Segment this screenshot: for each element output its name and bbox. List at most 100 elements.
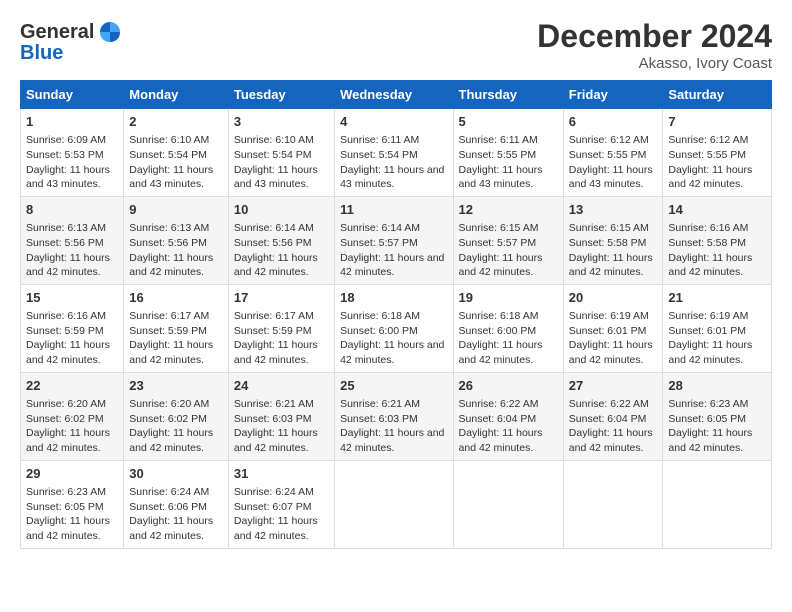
sunrise: Sunrise: 6:22 AM xyxy=(569,398,649,410)
sunset: Sunset: 5:54 PM xyxy=(234,149,312,161)
calendar-cell: 20Sunrise: 6:19 AMSunset: 6:01 PMDayligh… xyxy=(563,284,663,372)
calendar-cell: 13 Sunrise: 6:15 AM Sunset: 5:58 PM Dayligh… xyxy=(563,196,663,284)
daylight: Daylight: 11 hours and 42 minutes. xyxy=(234,515,318,542)
calendar-cell: 5Sunrise: 6:11 AMSunset: 5:55 PMDaylight… xyxy=(453,109,563,197)
daylight: Daylight: 11 hours and 43 minutes. xyxy=(459,164,543,191)
calendar-cell: 21Sunrise: 6:19 AMSunset: 6:01 PMDayligh… xyxy=(663,284,772,372)
daylight: Daylight: 11 hours and 42 minutes. xyxy=(129,339,213,366)
day-number: 29 xyxy=(26,465,118,483)
sunset: Sunset: 6:06 PM xyxy=(129,501,207,513)
col-wednesday: Wednesday xyxy=(335,81,453,109)
daylight: Daylight: 11 hours and 42 minutes. xyxy=(26,427,110,454)
title-block: December 2024 Akasso, Ivory Coast xyxy=(537,18,772,72)
day-number: 11 xyxy=(340,201,447,219)
sunset: Sunset: 6:03 PM xyxy=(340,413,418,425)
day-number: 14 xyxy=(668,201,766,219)
sunrise: Sunrise: 6:15 AM xyxy=(569,222,649,234)
day-number: 10 xyxy=(234,201,329,219)
calendar-cell: 30Sunrise: 6:24 AMSunset: 6:06 PMDayligh… xyxy=(124,460,229,548)
calendar-cell: 23Sunrise: 6:20 AMSunset: 6:02 PMDayligh… xyxy=(124,372,229,460)
sunrise: Sunrise: 6:11 AM xyxy=(459,134,538,146)
sunrise: Sunrise: 6:13 AM xyxy=(26,222,106,234)
daylight: Daylight: 11 hours and 42 minutes. xyxy=(26,515,110,542)
sunset: Sunset: 5:58 PM xyxy=(668,237,746,249)
day-number: 3 xyxy=(234,113,329,131)
calendar-cell: 29Sunrise: 6:23 AMSunset: 6:05 PMDayligh… xyxy=(21,460,124,548)
daylight: Daylight: 11 hours and 42 minutes. xyxy=(340,427,444,454)
week-row-4: 22 Sunrise: 6:20 AM Sunset: 6:02 PM Dayligh… xyxy=(21,372,772,460)
sunrise: Sunrise: 6:14 AM xyxy=(340,222,420,234)
daylight: Daylight: 11 hours and 42 minutes. xyxy=(569,427,653,454)
day-number: 12 xyxy=(459,201,558,219)
daylight: Daylight: 11 hours and 42 minutes. xyxy=(668,339,752,366)
day-number: 16 xyxy=(129,289,223,307)
subtitle: Akasso, Ivory Coast xyxy=(537,55,772,72)
header: General Blue December 2024 Akasso, Ivory… xyxy=(20,18,772,72)
day-number: 21 xyxy=(668,289,766,307)
calendar-cell: 9Sunrise: 6:13 AMSunset: 5:56 PMDaylight… xyxy=(124,196,229,284)
calendar-cell: 4Sunrise: 6:11 AMSunset: 5:54 PMDaylight… xyxy=(335,109,453,197)
sunset: Sunset: 6:00 PM xyxy=(459,325,537,337)
calendar-cell: 19Sunrise: 6:18 AMSunset: 6:00 PMDayligh… xyxy=(453,284,563,372)
week-row-3: 15Sunrise: 6:16 AMSunset: 5:59 PMDayligh… xyxy=(21,284,772,372)
calendar-cell: 3Sunrise: 6:10 AMSunset: 5:54 PMDaylight… xyxy=(228,109,334,197)
sunrise: Sunrise: 6:13 AM xyxy=(129,222,209,234)
sunset: Sunset: 5:56 PM xyxy=(26,237,104,249)
day-number: 5 xyxy=(459,113,558,131)
sunrise: Sunrise: 6:20 AM xyxy=(129,398,209,410)
sunrise: Sunrise: 6:21 AM xyxy=(234,398,314,410)
day-number: 7 xyxy=(668,113,766,131)
calendar-cell: 15Sunrise: 6:16 AMSunset: 5:59 PMDayligh… xyxy=(21,284,124,372)
day-number: 18 xyxy=(340,289,447,307)
week-row-2: 8Sunrise: 6:13 AMSunset: 5:56 PMDaylight… xyxy=(21,196,772,284)
sunrise: Sunrise: 6:18 AM xyxy=(459,310,539,322)
daylight: Daylight: 11 hours and 42 minutes. xyxy=(569,252,653,279)
calendar-cell xyxy=(563,460,663,548)
calendar-cell xyxy=(453,460,563,548)
calendar-cell xyxy=(663,460,772,548)
sunrise: Sunrise: 6:20 AM xyxy=(26,398,106,410)
calendar-cell: 31Sunrise: 6:24 AMSunset: 6:07 PMDayligh… xyxy=(228,460,334,548)
sunset: Sunset: 6:07 PM xyxy=(234,501,312,513)
day-number: 22 xyxy=(26,377,118,395)
logo-text-general: General xyxy=(20,21,94,44)
calendar-cell: 17Sunrise: 6:17 AMSunset: 5:59 PMDayligh… xyxy=(228,284,334,372)
sunrise: Sunrise: 6:15 AM xyxy=(459,222,539,234)
sunrise: Sunrise: 6:18 AM xyxy=(340,310,420,322)
daylight: Daylight: 11 hours and 42 minutes. xyxy=(129,252,213,279)
sunset: Sunset: 6:02 PM xyxy=(26,413,104,425)
col-sunday: Sunday xyxy=(21,81,124,109)
sunset: Sunset: 5:55 PM xyxy=(668,149,746,161)
sunrise: Sunrise: 6:16 AM xyxy=(668,222,748,234)
calendar-cell: 12Sunrise: 6:15 AMSunset: 5:57 PMDayligh… xyxy=(453,196,563,284)
sunrise: Sunrise: 6:19 AM xyxy=(668,310,748,322)
week-row-5: 29Sunrise: 6:23 AMSunset: 6:05 PMDayligh… xyxy=(21,460,772,548)
daylight: Daylight: 11 hours and 42 minutes. xyxy=(668,164,752,191)
day-number: 27 xyxy=(569,377,658,395)
calendar-cell: 28Sunrise: 6:23 AMSunset: 6:05 PMDayligh… xyxy=(663,372,772,460)
calendar-cell: 22 Sunrise: 6:20 AM Sunset: 6:02 PM Dayligh… xyxy=(21,372,124,460)
daylight: Daylight: 11 hours and 42 minutes. xyxy=(234,252,318,279)
daylight: Daylight: 11 hours and 42 minutes. xyxy=(668,252,752,279)
sunset: Sunset: 6:04 PM xyxy=(569,413,647,425)
sunrise: Sunrise: 6:21 AM xyxy=(340,398,420,410)
col-tuesday: Tuesday xyxy=(228,81,334,109)
sunrise: Sunrise: 6:22 AM xyxy=(459,398,539,410)
calendar-cell: 7 Sunrise: 6:12 AM Sunset: 5:55 PM Daylight… xyxy=(663,109,772,197)
day-number: 1 xyxy=(26,113,118,131)
daylight: Daylight: 11 hours and 42 minutes. xyxy=(234,427,318,454)
sunrise: Sunrise: 6:12 AM xyxy=(668,134,748,146)
sunset: Sunset: 5:59 PM xyxy=(129,325,207,337)
col-thursday: Thursday xyxy=(453,81,563,109)
sunset: Sunset: 6:05 PM xyxy=(26,501,104,513)
day-number: 13 xyxy=(569,201,658,219)
header-row: Sunday Monday Tuesday Wednesday Thursday… xyxy=(21,81,772,109)
sunset: Sunset: 5:58 PM xyxy=(569,237,647,249)
day-number: 15 xyxy=(26,289,118,307)
logo-icon xyxy=(96,18,124,46)
sunset: Sunset: 5:53 PM xyxy=(26,149,104,161)
sunset: Sunset: 5:56 PM xyxy=(234,237,312,249)
sunset: Sunset: 5:57 PM xyxy=(340,237,418,249)
calendar-cell: 14 Sunrise: 6:16 AM Sunset: 5:58 PM Dayligh… xyxy=(663,196,772,284)
sunset: Sunset: 5:56 PM xyxy=(129,237,207,249)
